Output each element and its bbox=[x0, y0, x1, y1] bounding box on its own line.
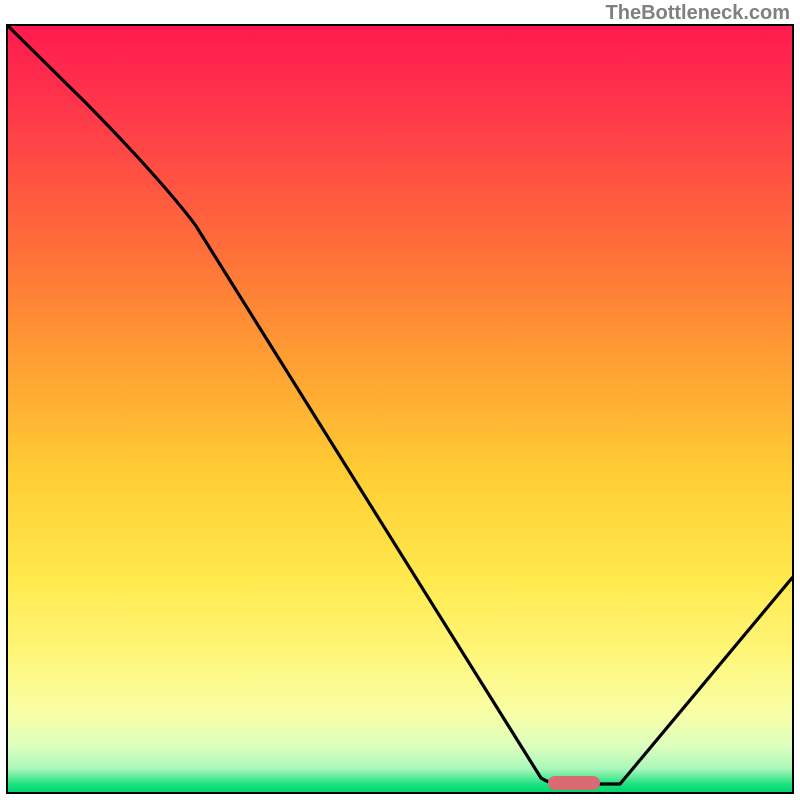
bottleneck-curve bbox=[8, 26, 792, 792]
chart-frame bbox=[6, 24, 794, 794]
optimal-marker bbox=[548, 776, 600, 790]
watermark-text: TheBottleneck.com bbox=[606, 2, 790, 25]
